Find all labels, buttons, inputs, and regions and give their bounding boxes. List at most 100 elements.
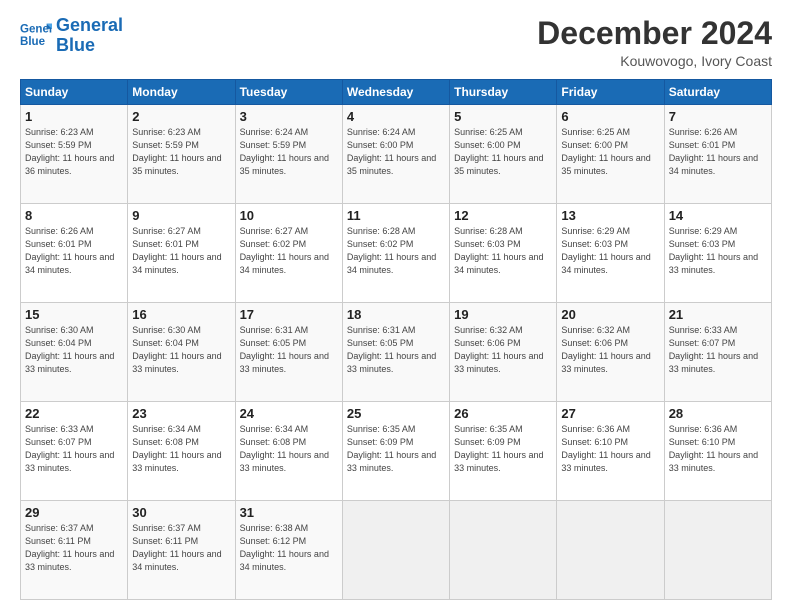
calendar-cell: 20 Sunrise: 6:32 AMSunset: 6:06 PMDayligh… <box>557 303 664 402</box>
day-info: Sunrise: 6:29 AMSunset: 6:03 PMDaylight:… <box>669 225 767 277</box>
day-info: Sunrise: 6:37 AMSunset: 6:11 PMDaylight:… <box>25 522 123 574</box>
col-sunday: Sunday <box>21 80 128 105</box>
day-info: Sunrise: 6:25 AMSunset: 6:00 PMDaylight:… <box>561 126 659 178</box>
day-number: 8 <box>25 208 123 223</box>
calendar-cell: 9 Sunrise: 6:27 AMSunset: 6:01 PMDaylight… <box>128 204 235 303</box>
calendar-body: 1 Sunrise: 6:23 AMSunset: 5:59 PMDaylight… <box>21 105 772 600</box>
day-number: 16 <box>132 307 230 322</box>
calendar-week-3: 15 Sunrise: 6:30 AMSunset: 6:04 PMDayligh… <box>21 303 772 402</box>
day-info: Sunrise: 6:28 AMSunset: 6:02 PMDaylight:… <box>347 225 445 277</box>
calendar-cell: 30 Sunrise: 6:37 AMSunset: 6:11 PMDayligh… <box>128 501 235 600</box>
calendar-cell: 8 Sunrise: 6:26 AMSunset: 6:01 PMDaylight… <box>21 204 128 303</box>
day-number: 21 <box>669 307 767 322</box>
day-number: 19 <box>454 307 552 322</box>
day-number: 20 <box>561 307 659 322</box>
calendar-cell: 1Sunrise: 6:23 AMSunset: 5:59 PMDaylight… <box>21 105 128 204</box>
header: General Blue General Blue December 2024 … <box>20 16 772 69</box>
col-saturday: Saturday <box>664 80 771 105</box>
calendar-week-4: 22 Sunrise: 6:33 AMSunset: 6:07 PMDayligh… <box>21 402 772 501</box>
calendar-cell: 23 Sunrise: 6:34 AMSunset: 6:08 PMDayligh… <box>128 402 235 501</box>
logo: General Blue General Blue <box>20 16 123 56</box>
day-number: 23 <box>132 406 230 421</box>
day-info: Sunrise: 6:34 AMSunset: 6:08 PMDaylight:… <box>240 423 338 475</box>
calendar-cell: 22 Sunrise: 6:33 AMSunset: 6:07 PMDayligh… <box>21 402 128 501</box>
day-number: 28 <box>669 406 767 421</box>
day-number: 3 <box>240 109 338 124</box>
calendar-table: Sunday Monday Tuesday Wednesday Thursday… <box>20 79 772 600</box>
day-number: 25 <box>347 406 445 421</box>
day-number: 14 <box>669 208 767 223</box>
calendar-cell: 26 Sunrise: 6:35 AMSunset: 6:09 PMDayligh… <box>450 402 557 501</box>
day-number: 12 <box>454 208 552 223</box>
calendar-cell: 4Sunrise: 6:24 AMSunset: 6:00 PMDaylight… <box>342 105 449 204</box>
header-row: Sunday Monday Tuesday Wednesday Thursday… <box>21 80 772 105</box>
page: General Blue General Blue December 2024 … <box>0 0 792 612</box>
calendar-cell: 6 Sunrise: 6:25 AMSunset: 6:00 PMDaylight… <box>557 105 664 204</box>
calendar-cell: 3 Sunrise: 6:24 AMSunset: 5:59 PMDaylight… <box>235 105 342 204</box>
calendar-cell: 2 Sunrise: 6:23 AMSunset: 5:59 PMDaylight… <box>128 105 235 204</box>
day-info: Sunrise: 6:35 AMSunset: 6:09 PMDaylight:… <box>454 423 552 475</box>
day-info: Sunrise: 6:33 AMSunset: 6:07 PMDaylight:… <box>669 324 767 376</box>
calendar-week-1: 1 Sunrise: 6:23 AMSunset: 5:59 PMDaylight… <box>21 105 772 204</box>
day-number: 13 <box>561 208 659 223</box>
day-number: 7 <box>669 109 767 124</box>
day-info: Sunrise: 6:23 AMSunset: 5:59 PMDaylight:… <box>132 126 230 178</box>
calendar-cell: 29Sunrise: 6:37 AMSunset: 6:11 PMDayligh… <box>21 501 128 600</box>
day-number: 18 <box>347 307 445 322</box>
day-number: 31 <box>240 505 338 520</box>
day-info: Sunrise: 6:26 AMSunset: 6:01 PMDaylight:… <box>25 225 123 277</box>
day-number: 1 <box>25 109 123 124</box>
day-info: Sunrise: 6:24 AMSunset: 6:00 PMDaylight:… <box>347 126 445 178</box>
day-info: Sunrise: 6:27 AMSunset: 6:02 PMDaylight:… <box>240 225 338 277</box>
calendar-cell <box>557 501 664 600</box>
day-info: Sunrise: 6:36 AMSunset: 6:10 PMDaylight:… <box>669 423 767 475</box>
calendar-cell: 12 Sunrise: 6:28 AMSunset: 6:03 PMDayligh… <box>450 204 557 303</box>
day-number: 15 <box>25 307 123 322</box>
subtitle: Kouwovogo, Ivory Coast <box>537 53 772 69</box>
day-number: 11 <box>347 208 445 223</box>
day-number: 22 <box>25 406 123 421</box>
calendar-cell: 28 Sunrise: 6:36 AMSunset: 6:10 PMDayligh… <box>664 402 771 501</box>
day-info: Sunrise: 6:34 AMSunset: 6:08 PMDaylight:… <box>132 423 230 475</box>
calendar-cell <box>342 501 449 600</box>
day-number: 17 <box>240 307 338 322</box>
calendar-cell: 18 Sunrise: 6:31 AMSunset: 6:05 PMDayligh… <box>342 303 449 402</box>
logo-text: General Blue <box>56 16 123 56</box>
day-number: 2 <box>132 109 230 124</box>
day-info: Sunrise: 6:24 AMSunset: 5:59 PMDaylight:… <box>240 126 338 178</box>
col-wednesday: Wednesday <box>342 80 449 105</box>
day-number: 24 <box>240 406 338 421</box>
day-info: Sunrise: 6:27 AMSunset: 6:01 PMDaylight:… <box>132 225 230 277</box>
day-info: Sunrise: 6:32 AMSunset: 6:06 PMDaylight:… <box>454 324 552 376</box>
day-number: 26 <box>454 406 552 421</box>
col-friday: Friday <box>557 80 664 105</box>
calendar-header: Sunday Monday Tuesday Wednesday Thursday… <box>21 80 772 105</box>
calendar-cell: 17Sunrise: 6:31 AMSunset: 6:05 PMDayligh… <box>235 303 342 402</box>
day-info: Sunrise: 6:31 AMSunset: 6:05 PMDaylight:… <box>347 324 445 376</box>
day-info: Sunrise: 6:26 AMSunset: 6:01 PMDaylight:… <box>669 126 767 178</box>
day-info: Sunrise: 6:33 AMSunset: 6:07 PMDaylight:… <box>25 423 123 475</box>
day-info: Sunrise: 6:28 AMSunset: 6:03 PMDaylight:… <box>454 225 552 277</box>
calendar-cell: 14 Sunrise: 6:29 AMSunset: 6:03 PMDayligh… <box>664 204 771 303</box>
calendar-week-5: 29Sunrise: 6:37 AMSunset: 6:11 PMDayligh… <box>21 501 772 600</box>
day-info: Sunrise: 6:32 AMSunset: 6:06 PMDaylight:… <box>561 324 659 376</box>
day-info: Sunrise: 6:30 AMSunset: 6:04 PMDaylight:… <box>25 324 123 376</box>
calendar-cell: 16 Sunrise: 6:30 AMSunset: 6:04 PMDayligh… <box>128 303 235 402</box>
calendar-cell <box>450 501 557 600</box>
day-number: 10 <box>240 208 338 223</box>
day-info: Sunrise: 6:36 AMSunset: 6:10 PMDaylight:… <box>561 423 659 475</box>
day-info: Sunrise: 6:30 AMSunset: 6:04 PMDaylight:… <box>132 324 230 376</box>
calendar-cell: 11 Sunrise: 6:28 AMSunset: 6:02 PMDayligh… <box>342 204 449 303</box>
day-info: Sunrise: 6:25 AMSunset: 6:00 PMDaylight:… <box>454 126 552 178</box>
day-info: Sunrise: 6:37 AMSunset: 6:11 PMDaylight:… <box>132 522 230 574</box>
day-number: 30 <box>132 505 230 520</box>
calendar-cell: 19 Sunrise: 6:32 AMSunset: 6:06 PMDayligh… <box>450 303 557 402</box>
day-number: 6 <box>561 109 659 124</box>
day-info: Sunrise: 6:35 AMSunset: 6:09 PMDaylight:… <box>347 423 445 475</box>
day-number: 9 <box>132 208 230 223</box>
calendar-cell: 24 Sunrise: 6:34 AMSunset: 6:08 PMDayligh… <box>235 402 342 501</box>
calendar-week-2: 8 Sunrise: 6:26 AMSunset: 6:01 PMDaylight… <box>21 204 772 303</box>
col-monday: Monday <box>128 80 235 105</box>
day-info: Sunrise: 6:38 AMSunset: 6:12 PMDaylight:… <box>240 522 338 574</box>
calendar-cell: 10 Sunrise: 6:27 AMSunset: 6:02 PMDayligh… <box>235 204 342 303</box>
